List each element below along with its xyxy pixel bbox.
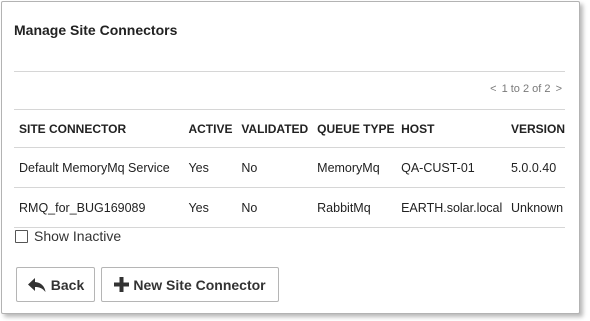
new-site-connector-label: New Site Connector (133, 276, 266, 293)
manage-site-connectors-panel: Manage Site Connectors < 1 to 2 of 2 > S… (1, 1, 580, 314)
pager-prev[interactable]: < (490, 83, 496, 95)
divider (14, 71, 565, 72)
column-header-site-connector[interactable]: SITE CONNECTOR (14, 110, 183, 148)
cell-version: 5.0.0.40 (510, 160, 557, 175)
cell-version: Unknown (510, 200, 564, 215)
cell-validated: No (241, 160, 258, 175)
column-header-host[interactable]: HOST (396, 110, 506, 148)
table-header-row: SITE CONNECTOR ACTIVE VALIDATED QUEUE TY… (14, 109, 565, 148)
show-inactive-label: Show Inactive (34, 228, 122, 244)
column-header-queue-type[interactable]: QUEUE TYPE (312, 110, 396, 148)
pager: < 1 to 2 of 2 > (488, 83, 562, 95)
cell-host: QA-CUST-01 (401, 160, 475, 175)
new-site-connector-button[interactable]: New Site Connector (101, 267, 279, 302)
pager-range: 1 to 2 of 2 (501, 83, 551, 95)
table-row[interactable]: Default MemoryMq Service Yes No MemoryMq… (14, 148, 565, 188)
page-title: Manage Site Connectors (14, 22, 178, 38)
cell-queue-type: MemoryMq (317, 160, 380, 175)
column-header-version[interactable]: VERSION (506, 110, 565, 148)
site-connectors-table: SITE CONNECTOR ACTIVE VALIDATED QUEUE TY… (14, 109, 565, 228)
cell-site-connector[interactable]: Default MemoryMq Service (14, 148, 183, 188)
cell-queue-type: RabbitMq (317, 200, 371, 215)
cell-site-connector[interactable]: RMQ_for_BUG169089 (14, 188, 183, 228)
cell-validated: No (241, 200, 258, 215)
plus-icon (114, 277, 130, 292)
reply-arrow-icon (27, 277, 47, 293)
column-header-validated[interactable]: VALIDATED (236, 110, 312, 148)
cell-active: Yes (188, 200, 209, 215)
back-button[interactable]: Back (16, 267, 95, 302)
table-row[interactable]: RMQ_for_BUG169089 Yes No RabbitMq EARTH.… (14, 187, 565, 228)
show-inactive-checkbox[interactable] (15, 229, 28, 243)
column-header-active[interactable]: ACTIVE (183, 110, 236, 148)
back-button-label: Back (50, 276, 85, 293)
cell-host: EARTH.solar.local (401, 200, 503, 215)
pager-next[interactable]: > (556, 83, 562, 95)
show-inactive-toggle[interactable]: Show Inactive (15, 228, 121, 244)
cell-active: Yes (188, 160, 209, 175)
